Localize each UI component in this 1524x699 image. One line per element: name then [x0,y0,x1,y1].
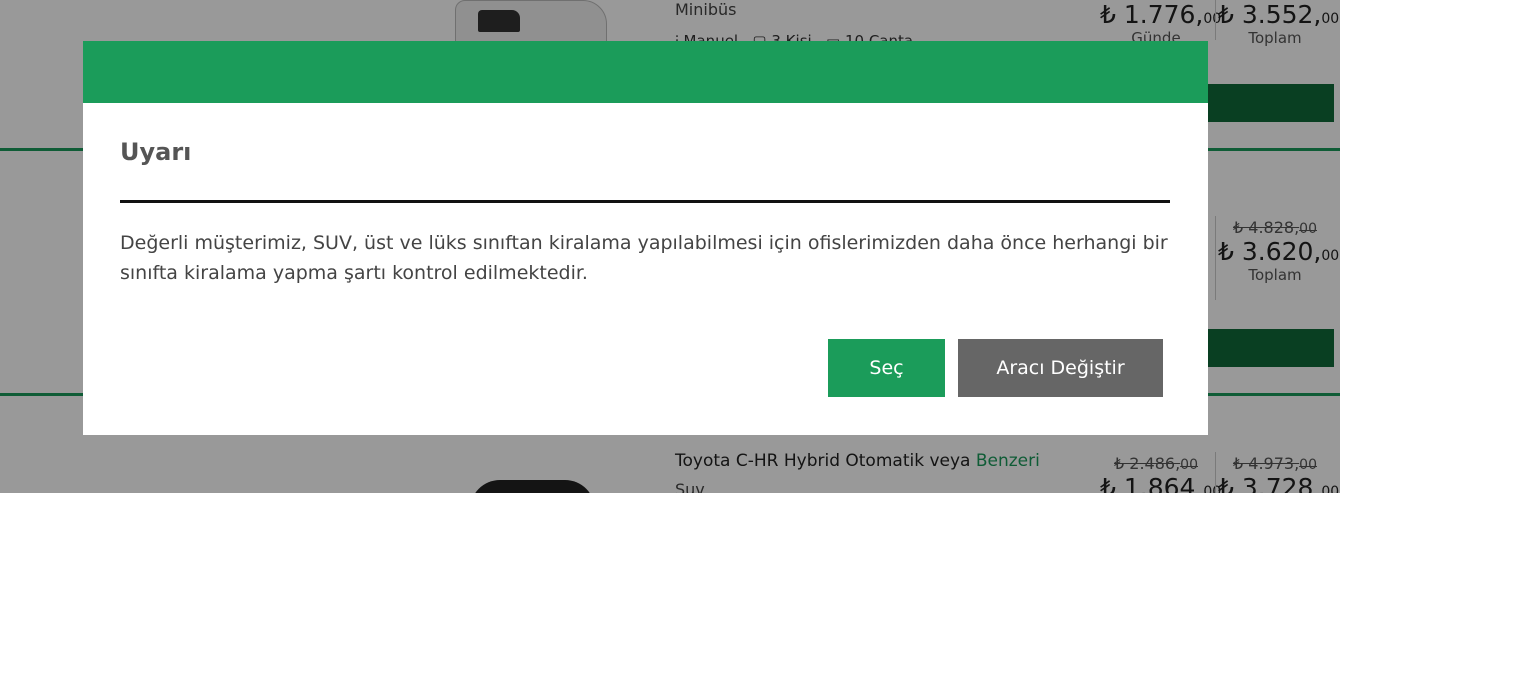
modal-header-bar [83,41,1208,103]
warning-modal: Uyarı Değerli müşterimiz, SUV, üst ve lü… [83,41,1208,435]
change-vehicle-button[interactable]: Aracı Değiştir [958,339,1163,397]
modal-title: Uyarı [120,138,192,166]
modal-message: Değerli müşterimiz, SUV, üst ve lüks sın… [120,232,1168,284]
modal-title-divider [120,200,1170,203]
select-button[interactable]: Seç [828,339,945,397]
